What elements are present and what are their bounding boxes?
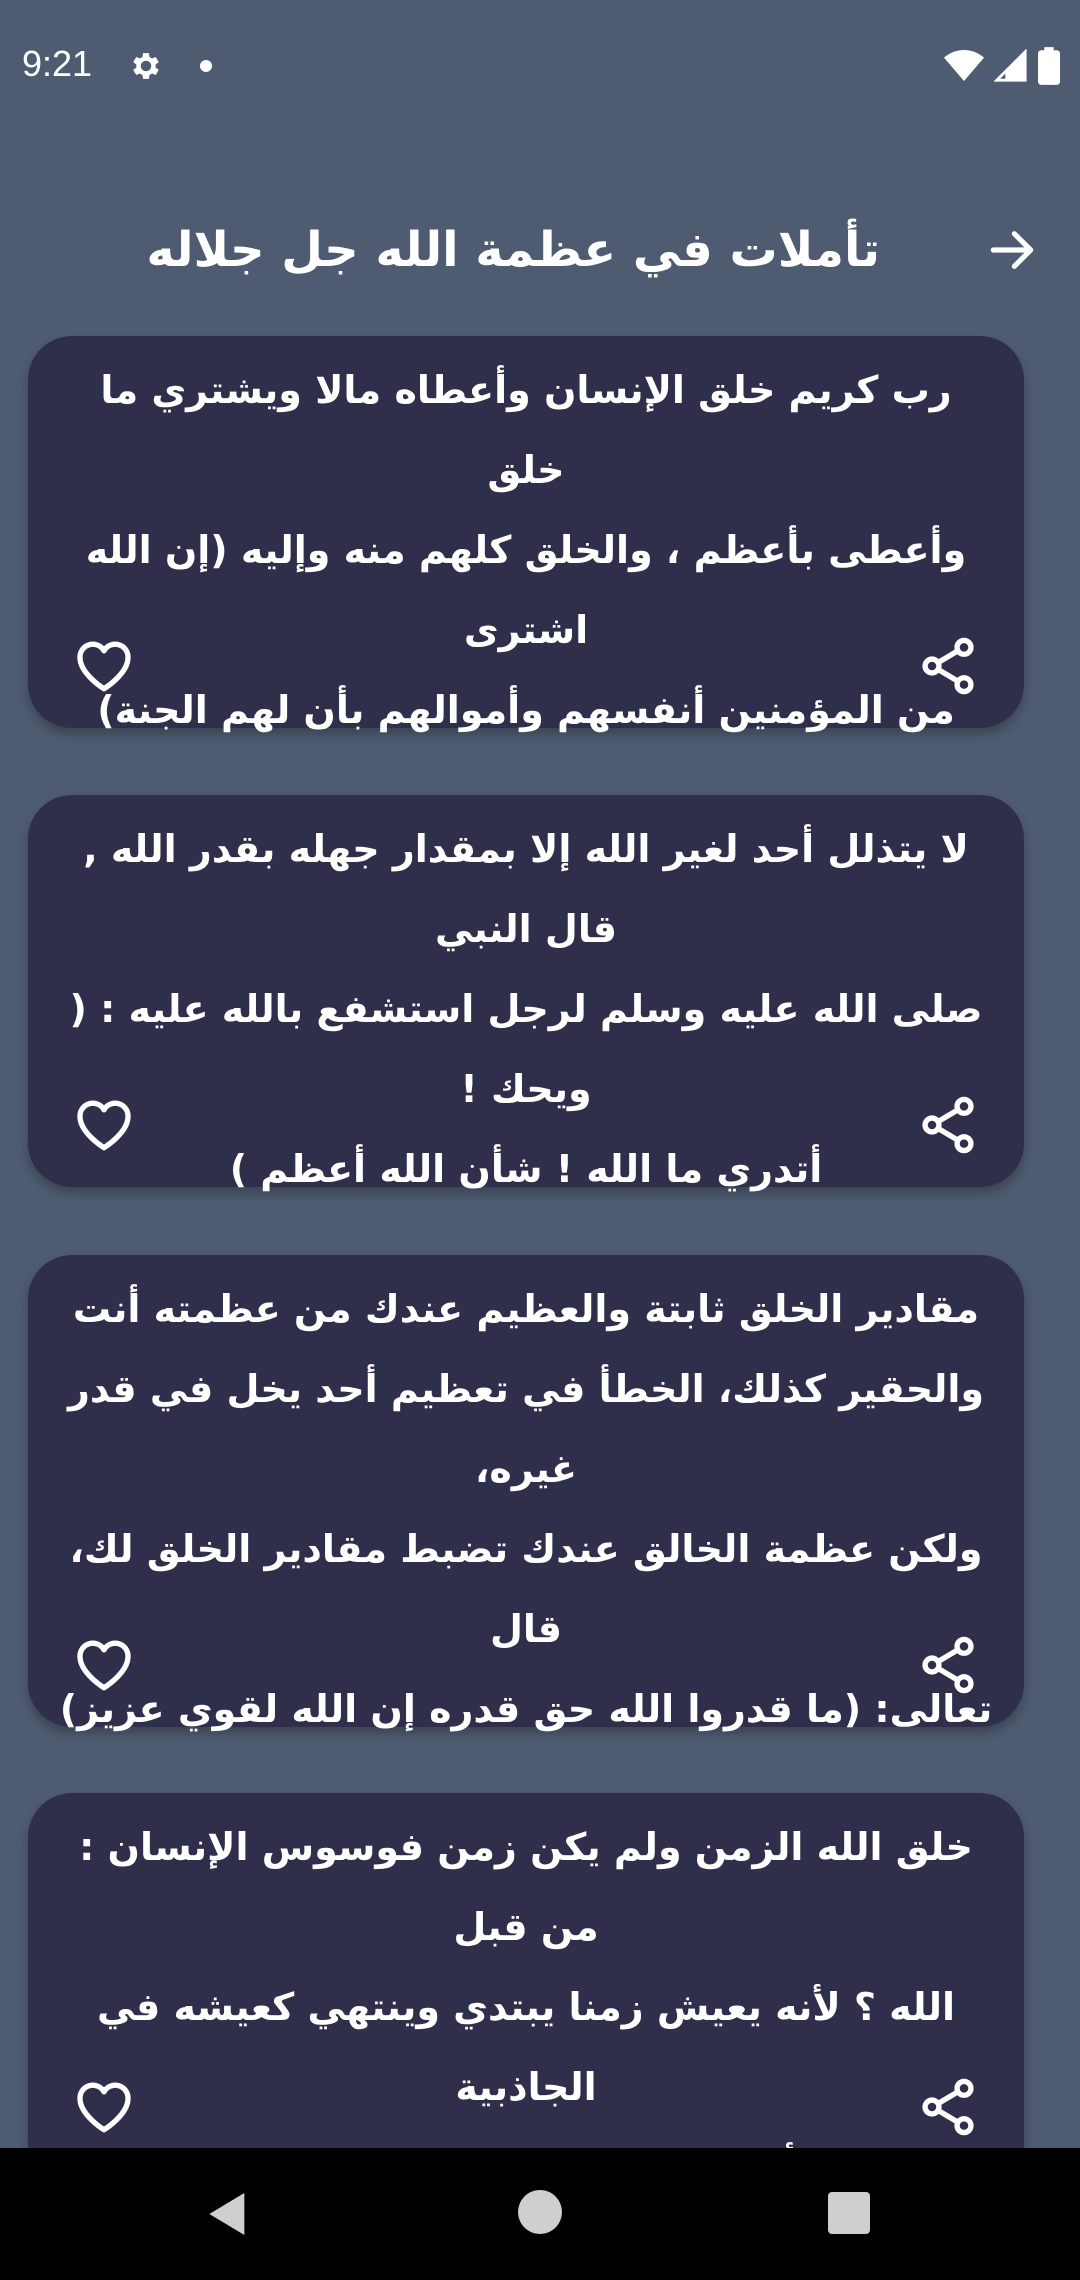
quote-card: رب كريم خلق الإنسان وأعطاه مالا ويشتري م… [28, 336, 1024, 732]
quote-card: مقادير الخلق ثابتة والعظيم عندك من عظمته… [28, 1255, 1024, 1731]
back-triangle-icon[interactable] [200, 2186, 256, 2242]
home-circle-icon[interactable] [518, 2190, 562, 2234]
quote-line: رب كريم خلق الإنسان وأعطاه مالا ويشتري م… [100, 368, 952, 492]
quote-line: خلق الله الزمن ولم يكن زمن فوسوس الإنسان… [79, 1825, 973, 1949]
card-actions [28, 2075, 1024, 2139]
share-icon[interactable] [916, 634, 980, 698]
navigation-bar [0, 2148, 1080, 2280]
heart-outline-icon[interactable] [72, 2075, 136, 2139]
card-actions [28, 1633, 1024, 1697]
share-icon[interactable] [916, 2075, 980, 2139]
share-icon[interactable] [916, 1093, 980, 1157]
quote-line: والحقير كذلك، الخطأ في تعظيم أحد يخل في … [67, 1367, 985, 1491]
quote-list[interactable]: رب كريم خلق الإنسان وأعطاه مالا ويشتري م… [0, 0, 1080, 2148]
card-actions [28, 634, 1024, 698]
app-header: تأملات في عظمة الله جل جلاله [0, 200, 1080, 300]
heart-outline-icon[interactable] [72, 634, 136, 698]
quote-card: خلق الله الزمن ولم يكن زمن فوسوس الإنسان… [28, 1793, 1024, 2148]
quote-line: لا يتذلل أحد لغير الله إلا بمقدار جهله ب… [83, 827, 969, 951]
heart-outline-icon[interactable] [72, 1633, 136, 1697]
card-actions [28, 1093, 1024, 1157]
page-title: تأملات في عظمة الله جل جلاله [146, 222, 880, 278]
quote-line: مقادير الخلق ثابتة والعظيم عندك من عظمته… [72, 1287, 980, 1331]
recents-square-icon[interactable] [828, 2192, 870, 2234]
quote-card: لا يتذلل أحد لغير الله إلا بمقدار جهله ب… [28, 795, 1024, 1191]
share-icon[interactable] [916, 1633, 980, 1697]
arrow-right-icon[interactable] [984, 222, 1040, 278]
heart-outline-icon[interactable] [72, 1093, 136, 1157]
